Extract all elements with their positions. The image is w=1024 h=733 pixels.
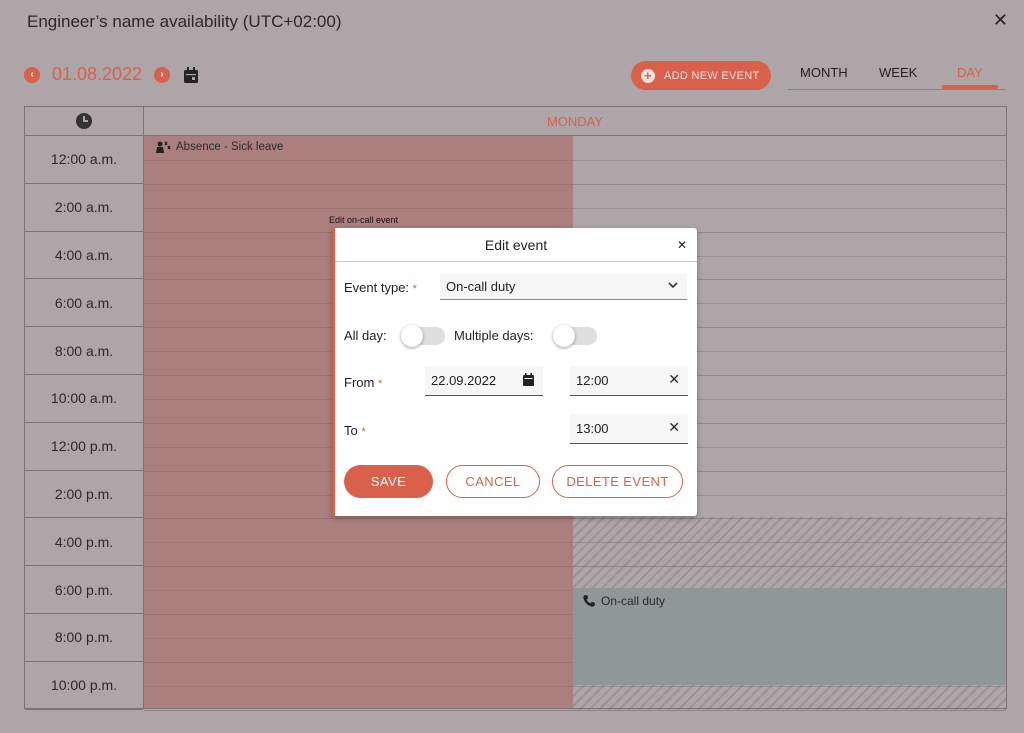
time-column: 12:00 a.m. 2:00 a.m. 4:00 a.m. 6:00 a.m. 8:0…: [25, 107, 144, 710]
from-label: From *: [344, 375, 382, 390]
date-navigation: ‹ 01.08.2022 ›: [24, 64, 199, 85]
to-label: To *: [344, 423, 366, 438]
time-slot-label: 2:00 a.m.: [25, 184, 143, 232]
view-tabs: MONTH WEEK DAY: [788, 64, 1006, 90]
toggle-knob: [553, 325, 575, 347]
event-type-select[interactable]: On-call duty: [440, 274, 687, 300]
event-type-label: Event type: *: [344, 280, 417, 295]
time-header: [25, 107, 143, 136]
from-time-input[interactable]: 12:00 ✕: [570, 366, 688, 396]
from-date-value: 22.09.2022: [431, 373, 497, 388]
all-day-label: All day:: [344, 328, 387, 343]
absence-event-label: Absence - Sick leave: [155, 141, 283, 153]
oncall-event-text: On-call duty: [601, 594, 666, 608]
time-slot-label: 6:00 a.m.: [25, 279, 143, 328]
unavailable-hatch: [573, 685, 1006, 710]
add-new-event-label: ADD NEW EVENT: [664, 69, 760, 82]
phone-icon: [583, 595, 595, 607]
all-day-toggle[interactable]: [401, 325, 445, 347]
time-slot-label: 10:00 p.m.: [25, 662, 143, 710]
edit-event-tooltip: Edit on-call event: [329, 215, 399, 225]
from-label-text: From: [344, 375, 375, 390]
clear-icon[interactable]: ✕: [668, 419, 680, 436]
prev-day-button[interactable]: ‹: [24, 66, 40, 83]
next-day-button[interactable]: ›: [154, 66, 171, 83]
unavailable-hatch: [573, 517, 1006, 588]
day-header: MONDAY: [144, 107, 1006, 136]
save-button[interactable]: SAVE: [344, 465, 433, 498]
from-time-value: 12:00: [576, 373, 609, 388]
absence-event-text: Absence - Sick leave: [176, 141, 284, 153]
time-slot-label: 10:00 a.m.: [25, 375, 143, 423]
window-title: Engineer’s name availability (UTC+02:00): [27, 12, 342, 31]
event-type-value: On-call duty: [446, 279, 516, 294]
edit-event-dialog: Edit event ✕ Event type: * On-call duty …: [332, 228, 697, 516]
time-slot-label: 12:00 a.m.: [25, 136, 143, 184]
active-tab-indicator: [942, 85, 998, 89]
plus-icon: +: [641, 68, 655, 83]
multiple-days-toggle[interactable]: [553, 325, 597, 347]
from-date-input[interactable]: 22.09.2022: [425, 366, 543, 396]
event-type-label-text: Event type:: [344, 280, 410, 295]
cancel-button[interactable]: CANCEL: [446, 465, 540, 498]
tab-day[interactable]: DAY: [957, 65, 983, 80]
required-mark: *: [377, 378, 383, 390]
calendar-icon[interactable]: [523, 373, 534, 386]
dialog-title: Edit event: [484, 237, 548, 253]
time-slot-label: 6:00 p.m.: [25, 566, 143, 614]
add-new-event-button[interactable]: + ADD NEW EVENT: [631, 61, 771, 90]
time-slot-label: 4:00 a.m.: [25, 232, 143, 280]
dialog-close-button[interactable]: ✕: [677, 228, 687, 262]
time-slot-label: 8:00 p.m.: [25, 614, 143, 662]
oncall-event-label: On-call duty: [583, 594, 665, 608]
chevron-down-icon: [668, 282, 678, 289]
delete-event-button[interactable]: DELETE EVENT: [552, 465, 683, 498]
time-slot-label: 12:00 p.m.: [25, 423, 143, 471]
time-slot-label: 8:00 a.m.: [25, 327, 143, 375]
tab-month[interactable]: MONTH: [800, 65, 848, 80]
dialog-header: Edit event ✕: [335, 228, 697, 262]
close-window-button[interactable]: ✕: [993, 10, 1008, 31]
required-mark: *: [361, 426, 366, 438]
clock-icon: [76, 113, 92, 129]
to-time-input[interactable]: 13:00 ✕: [570, 414, 688, 444]
time-slots: 12:00 a.m. 2:00 a.m. 4:00 a.m. 6:00 a.m. 8:0…: [25, 136, 143, 710]
tab-week[interactable]: WEEK: [879, 65, 917, 80]
current-date: 01.08.2022: [52, 64, 143, 84]
time-slot-label: 2:00 p.m.: [25, 471, 143, 519]
clear-icon[interactable]: ✕: [668, 371, 680, 388]
sick-person-icon: [156, 141, 171, 153]
required-mark: *: [412, 283, 417, 295]
multiple-days-label: Multiple days:: [454, 328, 534, 343]
time-slot-label: 4:00 p.m.: [25, 518, 143, 567]
calendar-picker-icon[interactable]: [184, 66, 199, 83]
to-time-value: 13:00: [576, 421, 609, 436]
toggle-knob: [401, 325, 423, 347]
to-label-text: To: [344, 423, 358, 438]
